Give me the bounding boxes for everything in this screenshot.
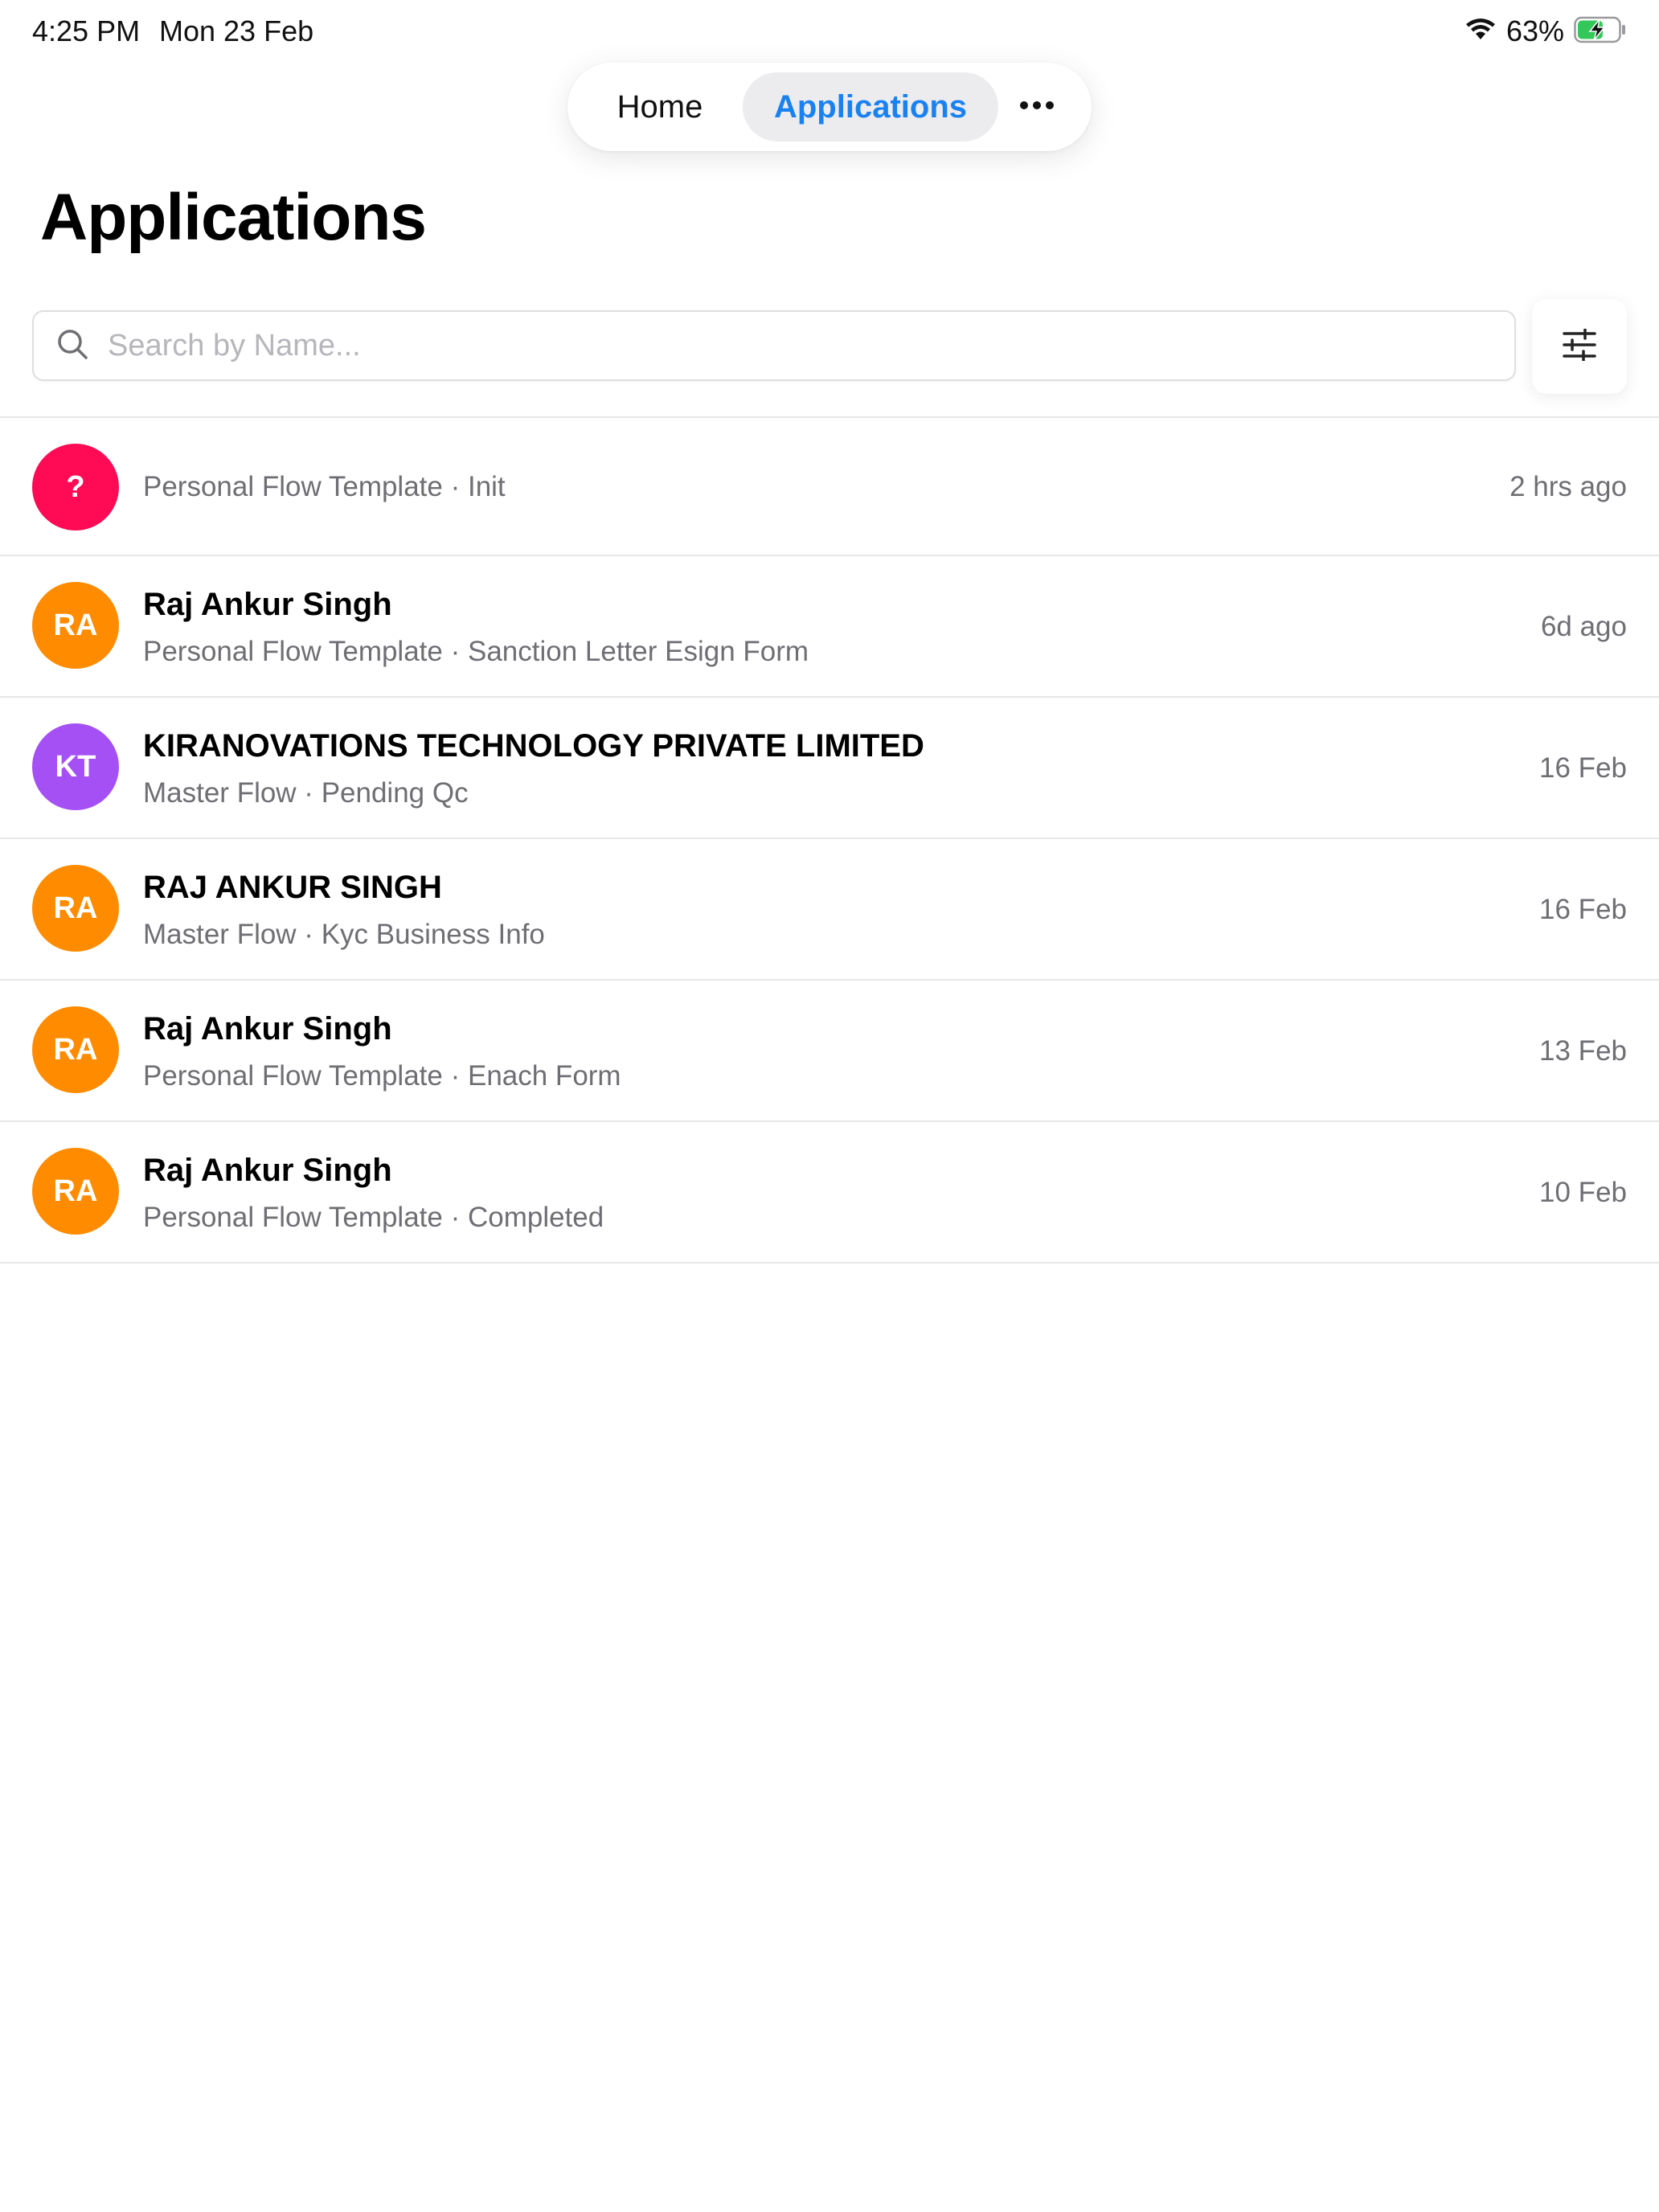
item-text: KIRANOVATIONS TECHNOLOGY PRIVATE LIMITED… bbox=[143, 725, 1397, 812]
search-bar[interactable] bbox=[32, 310, 1516, 381]
item-text: Personal Flow Template · Init bbox=[143, 418, 1397, 556]
avatar: ? bbox=[32, 444, 119, 530]
item-text: Raj Ankur Singh Personal Flow Template ·… bbox=[143, 584, 1397, 670]
status-time: 4:25 PM bbox=[32, 14, 141, 47]
item-subtitle: Personal Flow Template · Completed bbox=[143, 1202, 604, 1233]
item-subtitle: Personal Flow Template · Enach Form bbox=[143, 1060, 621, 1092]
status-indicators: 63% bbox=[1464, 11, 1627, 51]
top-nav-tabs: Home Applications bbox=[567, 63, 1092, 151]
ellipsis-icon bbox=[1019, 100, 1055, 114]
item-subtitle: Personal Flow Template · Sanction Letter… bbox=[143, 636, 809, 667]
battery-charging-icon bbox=[1574, 16, 1627, 47]
item-subtitle: Master Flow · Pending Qc bbox=[143, 777, 469, 809]
search-icon bbox=[56, 328, 88, 364]
list-item[interactable]: RA RAJ ANKUR SINGH Master Flow · Kyc Bus… bbox=[0, 839, 1659, 981]
item-name: Raj Ankur Singh bbox=[143, 1153, 392, 1188]
more-button[interactable] bbox=[998, 72, 1075, 141]
list-item[interactable]: KT KIRANOVATIONS TECHNOLOGY PRIVATE LIMI… bbox=[0, 698, 1659, 839]
status-date: Mon 23 Feb bbox=[159, 14, 314, 47]
list-item[interactable]: RA Raj Ankur Singh Personal Flow Templat… bbox=[0, 1122, 1659, 1264]
item-timestamp: 16 Feb bbox=[1539, 894, 1627, 925]
item-subtitle: Master Flow · Kyc Business Info bbox=[143, 919, 545, 950]
item-subtitle: Personal Flow Template · Init bbox=[143, 471, 506, 502]
item-timestamp: 2 hrs ago bbox=[1509, 471, 1627, 502]
list-item[interactable]: RA Raj Ankur Singh Personal Flow Templat… bbox=[0, 556, 1659, 698]
avatar: RA bbox=[32, 865, 119, 952]
item-name: Raj Ankur Singh bbox=[143, 587, 392, 622]
avatar: RA bbox=[32, 1006, 119, 1093]
avatar: KT bbox=[32, 723, 119, 810]
avatar: RA bbox=[32, 582, 119, 669]
wifi-icon bbox=[1464, 17, 1497, 47]
list-item[interactable]: RA Raj Ankur Singh Personal Flow Templat… bbox=[0, 981, 1659, 1122]
status-bar: 4:25 PM Mon 23 Feb 63% bbox=[0, 0, 1659, 64]
item-timestamp: 6d ago bbox=[1540, 611, 1627, 642]
avatar: RA bbox=[32, 1148, 119, 1235]
sliders-icon bbox=[1563, 326, 1596, 365]
item-timestamp: 10 Feb bbox=[1539, 1177, 1627, 1208]
tab-home[interactable]: Home bbox=[577, 72, 743, 141]
battery-percent: 63% bbox=[1505, 14, 1564, 47]
filter-button[interactable] bbox=[1532, 299, 1627, 394]
item-name: Raj Ankur Singh bbox=[143, 1011, 392, 1047]
item-name: RAJ ANKUR SINGH bbox=[143, 870, 442, 905]
tab-applications[interactable]: Applications bbox=[743, 72, 998, 141]
item-text: RAJ ANKUR SINGH Master Flow · Kyc Busine… bbox=[143, 866, 1397, 953]
list-item[interactable]: ? Personal Flow Template · Init 2 hrs ag… bbox=[0, 418, 1659, 556]
page-title: Applications bbox=[40, 181, 427, 254]
applications-list: ? Personal Flow Template · Init 2 hrs ag… bbox=[0, 418, 1659, 1264]
item-timestamp: 13 Feb bbox=[1539, 1035, 1627, 1067]
item-text: Raj Ankur Singh Personal Flow Template ·… bbox=[143, 1008, 1397, 1095]
item-text: Raj Ankur Singh Personal Flow Template ·… bbox=[143, 1149, 1397, 1236]
search-input[interactable] bbox=[108, 328, 1474, 363]
applications-screen: 4:25 PM Mon 23 Feb 63% Home Applications… bbox=[0, 0, 1659, 2212]
item-name: KIRANOVATIONS TECHNOLOGY PRIVATE LIMITED bbox=[143, 728, 924, 764]
item-timestamp: 16 Feb bbox=[1539, 752, 1627, 784]
